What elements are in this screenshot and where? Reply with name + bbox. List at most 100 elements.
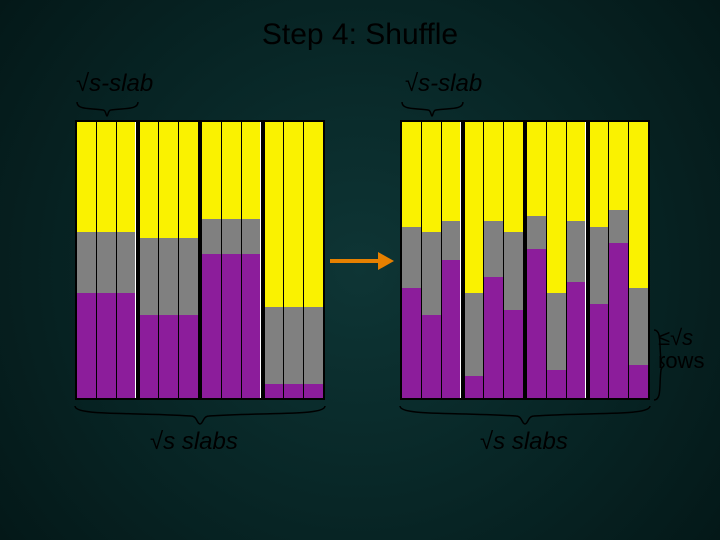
column <box>140 122 160 398</box>
segment-gry <box>97 232 116 293</box>
segment-pur <box>97 293 116 398</box>
segment-ylw <box>442 122 461 221</box>
column <box>567 122 586 398</box>
segment-gry <box>590 227 609 304</box>
segment-ylw <box>504 122 523 232</box>
segment-pur <box>484 277 503 398</box>
segment-ylw <box>402 122 421 227</box>
segment-ylw <box>629 122 648 288</box>
segment-ylw <box>547 122 566 293</box>
label-rows: ≤√s rows <box>658 326 704 372</box>
label-sqrt-s-slabs-right: √s slabs <box>480 428 568 456</box>
column <box>117 122 136 398</box>
segment-gry <box>504 232 523 309</box>
segment-ylw <box>484 122 503 221</box>
segment-ylw <box>179 122 198 238</box>
slab <box>136 122 199 398</box>
segment-gry <box>484 221 503 276</box>
label-sqrt-s-slab-left: √s-slab <box>76 70 153 98</box>
segment-ylw <box>222 122 241 219</box>
column <box>265 122 285 398</box>
segment-ylw <box>609 122 628 210</box>
segment-ylw <box>242 122 261 219</box>
column <box>304 122 323 398</box>
column <box>284 122 304 398</box>
segment-ylw <box>77 122 96 232</box>
brace-top-right <box>400 100 465 118</box>
column <box>402 122 422 398</box>
segment-gry <box>527 216 546 249</box>
column <box>222 122 242 398</box>
segment-pur <box>590 304 609 398</box>
segment-gry <box>284 307 303 384</box>
segment-pur <box>304 384 323 398</box>
slab <box>261 122 324 398</box>
slab <box>523 122 586 398</box>
column <box>484 122 504 398</box>
column <box>629 122 648 398</box>
column <box>77 122 97 398</box>
segment-gry <box>179 238 198 315</box>
brace-bottom-right <box>398 404 652 426</box>
segment-ylw <box>117 122 136 232</box>
column <box>97 122 117 398</box>
segment-gry <box>265 307 284 384</box>
column <box>242 122 261 398</box>
segment-pur <box>140 315 159 398</box>
segment-pur <box>567 282 586 398</box>
segment-pur <box>465 376 484 398</box>
label-rows-line1: ≤√s <box>658 325 693 350</box>
brace-bottom-left <box>73 404 327 426</box>
segment-pur <box>422 315 441 398</box>
slab <box>586 122 649 398</box>
segment-pur <box>179 315 198 398</box>
segment-pur <box>202 254 221 398</box>
segment-pur <box>402 288 421 398</box>
segment-gry <box>609 210 628 243</box>
column <box>527 122 547 398</box>
segment-gry <box>402 227 421 288</box>
column <box>547 122 567 398</box>
segment-pur <box>609 243 628 398</box>
chart-after-shuffle <box>400 120 650 400</box>
segment-pur <box>117 293 136 398</box>
segment-pur <box>242 254 261 398</box>
segment-ylw <box>590 122 609 227</box>
segment-pur <box>527 249 546 398</box>
chart-before-shuffle <box>75 120 325 400</box>
segment-pur <box>265 384 284 398</box>
slide: Step 4: Shuffle √s-slab √s-slab √s slabs… <box>0 0 720 540</box>
segment-gry <box>547 293 566 370</box>
label-sqrt-s-slabs-left: √s slabs <box>150 428 238 456</box>
column <box>179 122 198 398</box>
segment-ylw <box>567 122 586 221</box>
segment-gry <box>159 238 178 315</box>
segment-pur <box>284 384 303 398</box>
column <box>590 122 610 398</box>
slab <box>461 122 524 398</box>
column <box>504 122 523 398</box>
segment-ylw <box>465 122 484 293</box>
column <box>465 122 485 398</box>
segment-ylw <box>97 122 116 232</box>
slab <box>198 122 261 398</box>
segment-pur <box>629 365 648 398</box>
segment-gry <box>242 219 261 255</box>
segment-pur <box>222 254 241 398</box>
column <box>159 122 179 398</box>
slide-title: Step 4: Shuffle <box>0 18 720 52</box>
brace-top-left <box>75 100 140 118</box>
segment-ylw <box>140 122 159 238</box>
column <box>609 122 629 398</box>
segment-gry <box>567 221 586 282</box>
column <box>202 122 222 398</box>
segment-gry <box>442 221 461 260</box>
segment-gry <box>465 293 484 376</box>
segment-gry <box>629 288 648 365</box>
segment-gry <box>77 232 96 293</box>
segment-ylw <box>527 122 546 216</box>
segment-pur <box>77 293 96 398</box>
segment-pur <box>547 370 566 398</box>
segment-ylw <box>422 122 441 232</box>
label-sqrt-s-slab-right: √s-slab <box>405 70 482 98</box>
